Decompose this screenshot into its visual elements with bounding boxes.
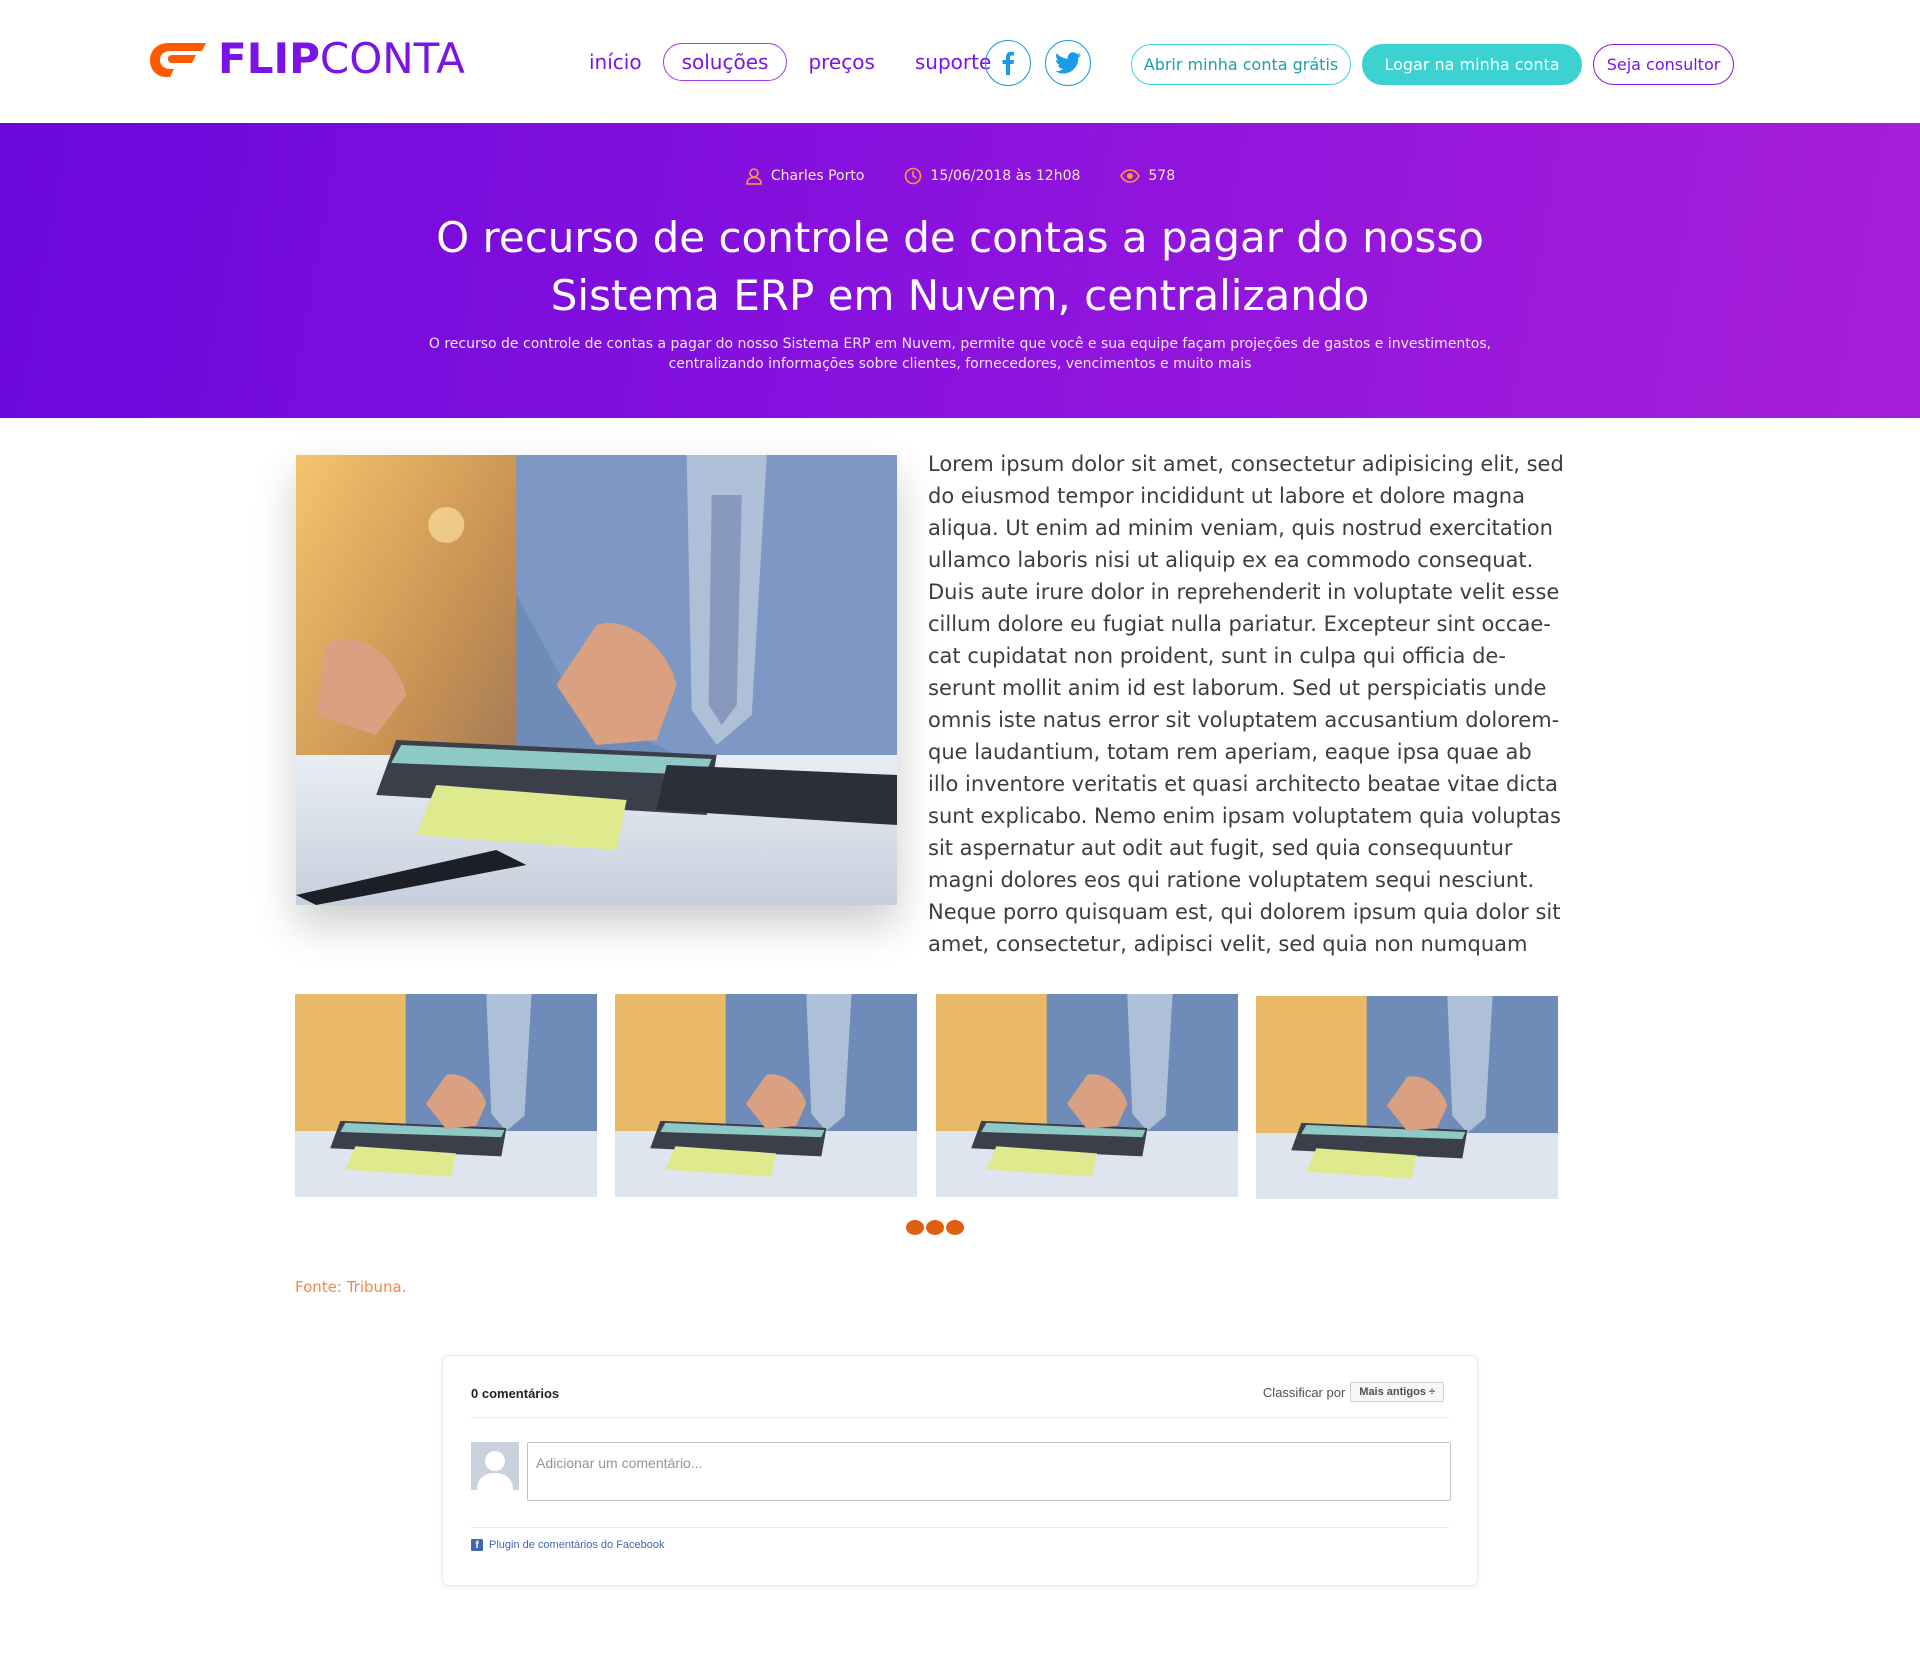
twitter-icon[interactable]: [1045, 40, 1091, 86]
facebook-icon[interactable]: [985, 40, 1031, 86]
view-count: 578: [1148, 168, 1176, 184]
nav-inicio[interactable]: início: [570, 43, 661, 81]
nav-solucoes[interactable]: soluções: [662, 43, 788, 81]
author-meta: Charles Porto: [745, 167, 865, 185]
facebook-plugin-link[interactable]: f Plugin de comentários do Facebook: [471, 1539, 665, 1551]
article-main-photo: [296, 455, 897, 905]
article-body: Lorem ipsum dolor sit amet, consectetur …: [928, 452, 1564, 956]
article-hero: Charles Porto 15/06/2018 às 12h08 578 O …: [0, 123, 1920, 418]
author-name: Charles Porto: [770, 168, 865, 184]
gallery-dot-3[interactable]: [946, 1220, 964, 1235]
views-meta: 578: [1120, 168, 1175, 184]
avatar: [471, 1442, 519, 1490]
sort-label: Classificar por: [1262, 1384, 1346, 1400]
divider: [471, 1417, 1449, 1418]
facebook-comments-box: 0 comentários Classificar por Mais antig…: [442, 1355, 1478, 1586]
gallery-dot-2[interactable]: [926, 1220, 944, 1235]
article-source: Fonte: Tribuna.: [295, 1278, 407, 1296]
clock-icon: [905, 167, 922, 185]
gallery-dot-1[interactable]: [906, 1220, 924, 1235]
open-account-button[interactable]: Abrir minha conta grátis: [1131, 44, 1351, 85]
gallery-thumb-1[interactable]: [295, 994, 597, 1197]
nav-precos[interactable]: preços: [789, 43, 893, 81]
gallery-thumb-4[interactable]: [1256, 996, 1558, 1199]
gallery-thumb-2[interactable]: [615, 994, 917, 1197]
facebook-square-icon: f: [471, 1539, 483, 1551]
login-button[interactable]: Logar na minha conta: [1362, 44, 1582, 85]
logo-wordmark: FLIPCONTA: [218, 36, 465, 82]
logo-conta-text: CONTA: [319, 34, 465, 83]
comment-count: 0 comentários: [471, 1386, 560, 1401]
comment-input[interactable]: Adicionar um comentário...: [527, 1442, 1451, 1501]
plugin-label: Plugin de comentários do Facebook: [489, 1539, 665, 1551]
gallery-pagination: [906, 1220, 966, 1235]
flipconta-logo-icon: [150, 43, 206, 77]
divider: [471, 1527, 1449, 1528]
date-meta: 15/06/2018 às 12h08: [904, 167, 1080, 185]
eye-icon: [1120, 169, 1141, 183]
article-subtitle: O recurso de controle de contas a pagar …: [428, 336, 1492, 372]
become-consultant-button[interactable]: Seja consultor: [1593, 44, 1734, 85]
sort-select[interactable]: Mais antigos ÷: [1350, 1382, 1444, 1402]
logo-flip-text: FLIP: [218, 34, 320, 83]
publish-date: 15/06/2018 às 12h08: [930, 168, 1081, 184]
flipconta-logo[interactable]: FLIPCONTA: [150, 36, 465, 82]
article-title: O recurso de controle de contas a pagar …: [436, 213, 1484, 320]
user-icon: [746, 168, 762, 185]
gallery-thumb-3[interactable]: [936, 994, 1238, 1197]
main-nav: início soluções preços suporte: [570, 42, 1012, 82]
comment-sort: Classificar por Mais antigos ÷: [1263, 1382, 1444, 1402]
site-header: FLIPCONTA início soluções preços suporte…: [0, 0, 1920, 123]
article-meta: Charles Porto 15/06/2018 às 12h08 578: [0, 167, 1920, 185]
